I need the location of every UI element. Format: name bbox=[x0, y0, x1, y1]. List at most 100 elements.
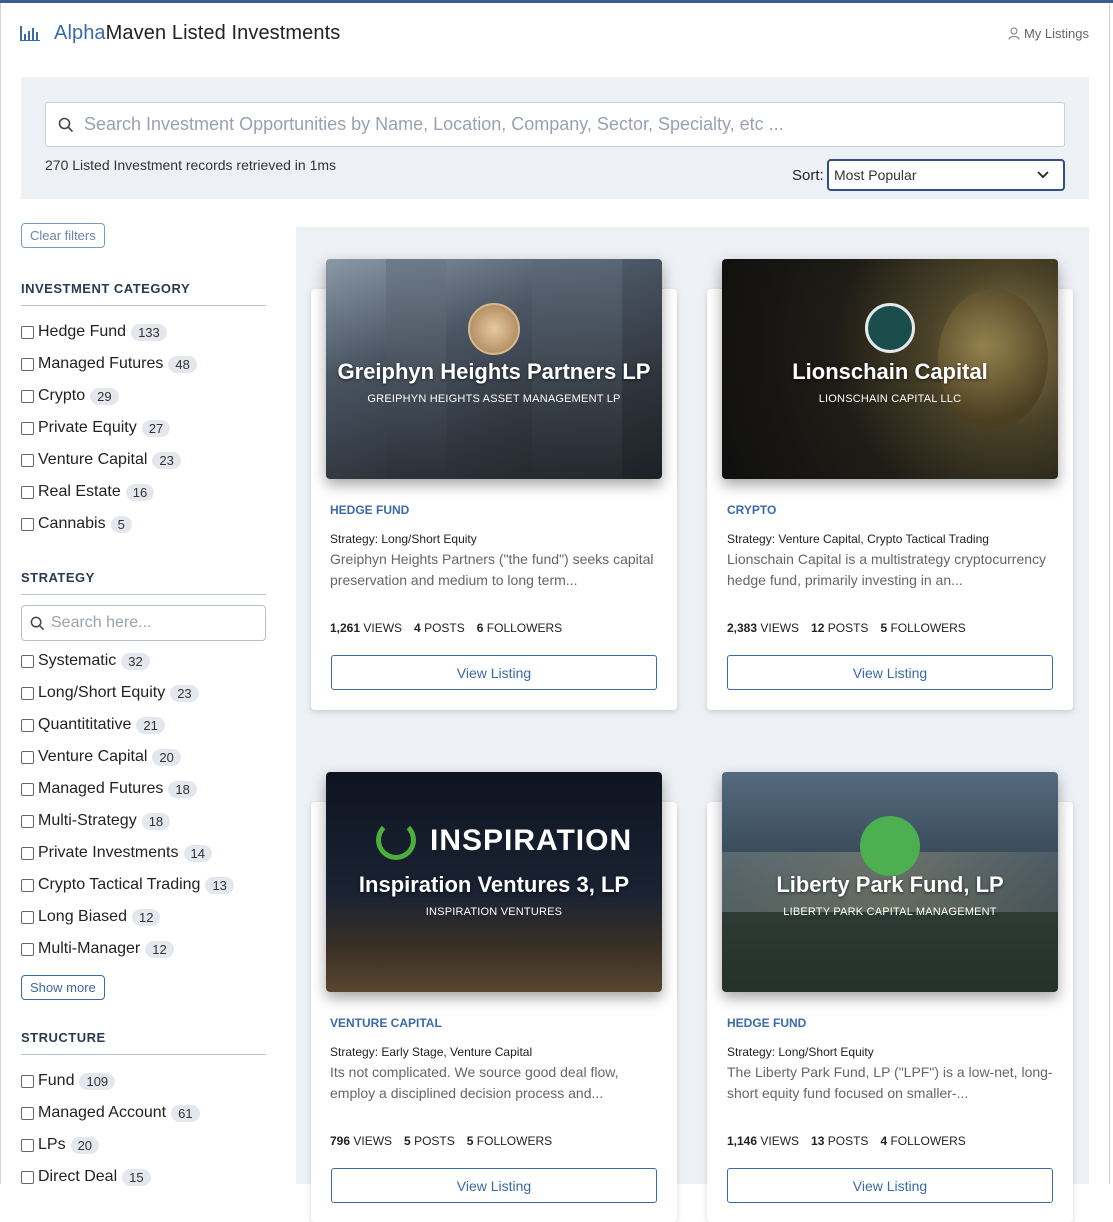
strategy-filter-item[interactable]: Long/Short Equity 23 bbox=[21, 677, 266, 709]
posts-stat: 12 POSTS bbox=[811, 621, 869, 635]
filter-count-badge: 18 bbox=[168, 780, 197, 798]
filter-count-badge: 32 bbox=[121, 652, 150, 670]
listing-company: LIONSCHAIN CAPITAL LLC bbox=[818, 393, 962, 405]
filter-label: Long Biased bbox=[38, 908, 127, 925]
structure-filter-item[interactable]: Direct Deal 15 bbox=[21, 1161, 266, 1193]
checkbox[interactable] bbox=[21, 846, 34, 860]
category-filter-item[interactable]: Venture Capital 23 bbox=[21, 444, 266, 476]
search-icon bbox=[58, 117, 74, 132]
category-filter-item[interactable]: Hedge Fund 133 bbox=[21, 316, 266, 348]
checkbox[interactable] bbox=[21, 325, 34, 339]
checkbox[interactable] bbox=[21, 453, 34, 467]
checkbox[interactable] bbox=[21, 517, 34, 531]
view-listing-button[interactable]: View Listing bbox=[727, 1168, 1053, 1203]
strategy-filter-item[interactable]: Managed Futures 18 bbox=[21, 773, 266, 805]
category-filter-item[interactable]: Crypto 29 bbox=[21, 380, 266, 412]
records-count: 270 Listed Investment records retrieved … bbox=[45, 157, 337, 173]
listing-name: Inspiration Ventures 3, LP bbox=[358, 872, 630, 897]
strategy-filter-item[interactable]: Multi-Manager 12 bbox=[21, 933, 266, 965]
view-listing-button[interactable]: View Listing bbox=[331, 1168, 657, 1203]
followers-stat: 5 FOLLOWERS bbox=[466, 1134, 553, 1148]
views-stat: 1,146 VIEWS bbox=[727, 1134, 800, 1148]
posts-stat: 13 POSTS bbox=[811, 1134, 869, 1148]
strategy-filter-item[interactable]: Long Biased 12 bbox=[21, 901, 266, 933]
listing-stats: 2,383 VIEWS 12 POSTS 5 FOLLOWERS bbox=[727, 621, 966, 635]
strategy-filter-item[interactable]: Private Investments 14 bbox=[21, 837, 266, 869]
checkbox[interactable] bbox=[21, 750, 34, 764]
listing-company: GREIPHYN HEIGHTS ASSET MANAGEMENT LP bbox=[367, 393, 621, 405]
listing-description: The Liberty Park Fund, LP ("LPF") is a l… bbox=[727, 1064, 1053, 1101]
filter-count-badge: 61 bbox=[171, 1104, 200, 1122]
followers-stat: 5 FOLLOWERS bbox=[880, 621, 966, 635]
listing-category: VENTURE CAPITAL bbox=[330, 1016, 442, 1030]
listing-stats: 1,261 VIEWS 4 POSTS 6 FOLLOWERS bbox=[330, 621, 562, 635]
filter-label: Systematic bbox=[38, 652, 117, 669]
checkbox[interactable] bbox=[21, 878, 34, 892]
checkbox[interactable] bbox=[21, 814, 34, 828]
strategy-search-input[interactable]: Search here... bbox=[21, 605, 266, 641]
listing-name: Lionschain Capital bbox=[792, 359, 988, 384]
sort-selected-value: Most Popular bbox=[834, 167, 917, 183]
filter-label: Cannabis bbox=[38, 515, 106, 532]
checkbox[interactable] bbox=[21, 357, 34, 371]
structure-filter-item[interactable]: Fund 109 bbox=[21, 1065, 266, 1097]
listings-grid: Greiphyn Heights Partners LP GREIPHYN HE… bbox=[296, 227, 1089, 1222]
checkbox[interactable] bbox=[21, 421, 34, 435]
strategy-filter-item[interactable]: Systematic 32 bbox=[21, 645, 266, 677]
listing-description: Its not complicated. We source good deal… bbox=[330, 1064, 619, 1101]
checkbox[interactable] bbox=[21, 1074, 34, 1088]
tree-logo-icon bbox=[860, 816, 920, 876]
listing-company: INSPIRATION VENTURES bbox=[425, 906, 563, 918]
strategy-filter-item[interactable]: Venture Capital 20 bbox=[21, 741, 266, 773]
sort-select[interactable]: Most Popular bbox=[827, 159, 1065, 191]
lion-logo-icon bbox=[865, 303, 915, 353]
checkbox[interactable] bbox=[21, 389, 34, 403]
filter-label: Real Estate bbox=[38, 483, 121, 500]
brand-wordmark: INSPIRATION bbox=[430, 824, 633, 857]
filter-count-badge: 48 bbox=[168, 355, 197, 373]
listing-strategy: Strategy: Long/Short Equity bbox=[330, 532, 477, 546]
strategy-filter-item[interactable]: Quantititative 21 bbox=[21, 709, 266, 741]
checkbox[interactable] bbox=[21, 910, 34, 924]
category-filter-item[interactable]: Real Estate 16 bbox=[21, 476, 266, 508]
checkbox[interactable] bbox=[21, 718, 34, 732]
view-listing-button[interactable]: View Listing bbox=[727, 655, 1053, 690]
search-input[interactable]: Search Investment Opportunities by Name,… bbox=[45, 102, 1065, 147]
checkbox[interactable] bbox=[21, 654, 34, 668]
checkbox[interactable] bbox=[21, 686, 34, 700]
category-filter-list: Hedge Fund 133 Managed Futures 48 Crypto 29 Pr… bbox=[21, 316, 266, 540]
view-listing-button[interactable]: View Listing bbox=[331, 655, 657, 690]
strategy-filter-item[interactable]: Crypto Tactical Trading 13 bbox=[21, 869, 266, 901]
sort-label: Sort: bbox=[792, 167, 824, 184]
listing-name: Greiphyn Heights Partners LP bbox=[337, 359, 651, 384]
my-listings-link[interactable]: My Listings bbox=[1008, 26, 1089, 41]
filter-count-badge: 13 bbox=[205, 876, 234, 894]
clear-filters-button[interactable]: Clear filters bbox=[21, 223, 105, 248]
structure-filter-item[interactable]: LPs 20 bbox=[21, 1129, 266, 1161]
power-logo-icon bbox=[376, 820, 416, 860]
filter-label: Direct Deal bbox=[38, 1168, 118, 1185]
search-panel: Search Investment Opportunities by Name,… bbox=[21, 77, 1089, 199]
checkbox[interactable] bbox=[21, 1170, 34, 1184]
filter-count-badge: 23 bbox=[170, 684, 199, 702]
listing-description: Lionschain Capital is a multistrategy cr… bbox=[727, 551, 1047, 588]
filter-label: Venture Capital bbox=[38, 748, 148, 765]
listing-card-image: Greiphyn Heights Partners LP GREIPHYN HE… bbox=[326, 259, 662, 479]
checkbox[interactable] bbox=[21, 1138, 34, 1152]
filter-label: Quantititative bbox=[38, 716, 132, 733]
checkbox[interactable] bbox=[21, 485, 34, 499]
checkbox[interactable] bbox=[21, 782, 34, 796]
chevron-down-icon bbox=[1037, 171, 1049, 179]
checkbox[interactable] bbox=[21, 942, 34, 956]
strategy-filter-item[interactable]: Multi-Strategy 18 bbox=[21, 805, 266, 837]
category-filter-item[interactable]: Private Equity 27 bbox=[21, 412, 266, 444]
filter-label: Multi-Strategy bbox=[38, 812, 137, 829]
filter-sidebar: Clear filters INVESTMENT CATEGORY Hedge … bbox=[21, 223, 266, 1193]
checkbox[interactable] bbox=[21, 1106, 34, 1120]
filter-label: Multi-Manager bbox=[38, 940, 141, 957]
filter-count-badge: 12 bbox=[131, 908, 161, 926]
structure-filter-item[interactable]: Managed Account 61 bbox=[21, 1097, 266, 1129]
category-filter-item[interactable]: Managed Futures 48 bbox=[21, 348, 266, 380]
show-more-button[interactable]: Show more bbox=[21, 975, 105, 1000]
category-filter-item[interactable]: Cannabis 5 bbox=[21, 508, 266, 540]
